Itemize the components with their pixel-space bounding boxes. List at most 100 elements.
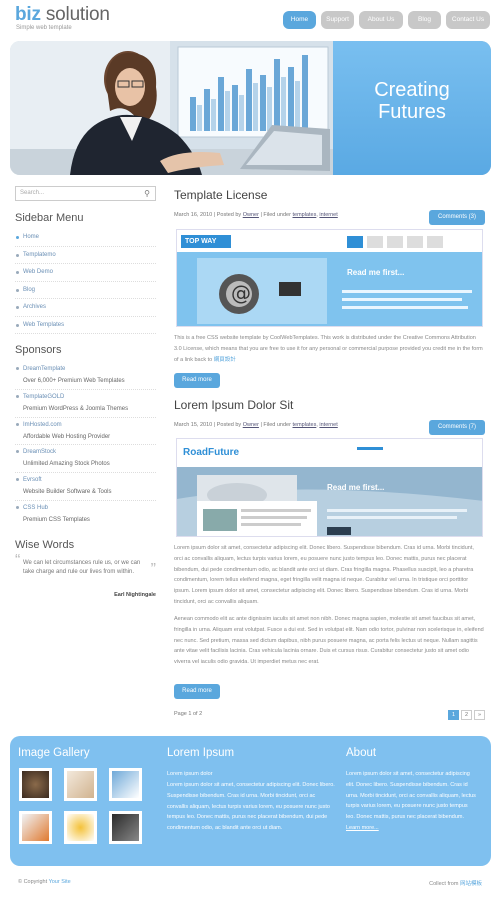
next-page-link[interactable]: » xyxy=(474,710,485,720)
sponsor-name[interactable]: TemplateGOLD xyxy=(23,390,156,403)
credit: Collect from 网站模板 xyxy=(429,879,482,887)
sponsor-desc: Premium WordPress & Joomla Themes xyxy=(23,405,129,412)
post-image-illustration: @ xyxy=(177,230,482,326)
post-body-paragraph: Lorem ipsum dolor sit amet, consectetur … xyxy=(174,545,474,605)
page-link[interactable]: 1 xyxy=(448,710,459,720)
sponsor-item[interactable]: ImHosted.com Affordable Web Hosting Provi… xyxy=(15,418,156,446)
sidebar-menu-title: Sidebar Menu xyxy=(15,212,84,224)
hero-caption: Creating Futures xyxy=(333,79,491,123)
lorem-title: Lorem Ipsum xyxy=(167,747,235,759)
gallery-thumb[interactable] xyxy=(19,811,52,844)
hero-caption-line-1: Creating xyxy=(374,79,450,101)
category-link[interactable]: templates xyxy=(292,422,316,428)
post-image-brand: RoadFuture xyxy=(183,447,240,458)
post-meta: March 16, 2010 | Posted by Owner | Filed… xyxy=(174,212,338,218)
about-title: About xyxy=(346,747,377,759)
sponsor-name[interactable]: CSS Hub xyxy=(23,501,156,514)
sponsor-item[interactable]: CSS Hub Premium CSS Templates xyxy=(15,501,156,529)
sponsor-name[interactable]: ImHosted.com xyxy=(23,418,156,431)
post-image: RoadFuture Read me first... xyxy=(176,438,483,537)
tagline: Simple web template xyxy=(16,25,72,31)
credit-link[interactable]: 網頁設計 xyxy=(214,357,236,363)
category-link[interactable]: internet xyxy=(319,422,337,428)
sponsor-name[interactable]: Evrsoft xyxy=(23,473,156,486)
site-logo[interactable]: biz solution xyxy=(15,4,110,26)
gallery-thumb[interactable] xyxy=(19,768,52,801)
about-text: Lorem ipsum dolor sit amet, consectetur … xyxy=(346,769,476,834)
filed-under-label: Filed under xyxy=(263,422,291,428)
gallery-thumb[interactable] xyxy=(64,811,97,844)
svg-text:@: @ xyxy=(231,281,251,305)
hero-photo-illustration xyxy=(10,41,333,175)
post-author-link[interactable]: Owner xyxy=(243,422,259,428)
quote-author: Earl Nightingale xyxy=(114,592,156,598)
sponsor-desc: Unlimited Amazing Stock Photos xyxy=(23,461,110,468)
sponsor-item[interactable]: DreamTemplate Over 6,000+ Premium Web Tem… xyxy=(15,362,156,390)
post-meta: March 15, 2010 | Posted by Owner | Filed… xyxy=(174,422,338,428)
pagination: 1 2 » xyxy=(448,710,485,720)
image-gallery xyxy=(19,768,144,844)
post-image-headline: Read me first... xyxy=(347,268,405,277)
sponsor-name[interactable]: DreamTemplate xyxy=(23,362,156,375)
credit-link[interactable]: 网站模板 xyxy=(460,881,482,887)
search-input[interactable]: Search... ⚲ xyxy=(15,186,156,201)
main-nav: Home Support About Us Blog Contact Us xyxy=(283,11,490,29)
hero-photo xyxy=(10,41,333,175)
nav-home[interactable]: Home xyxy=(283,11,316,29)
search-placeholder: Search... xyxy=(20,190,45,196)
read-more-button[interactable]: Read more xyxy=(174,684,220,699)
nav-support[interactable]: Support xyxy=(321,11,354,29)
sponsor-desc: Premium CSS Templates xyxy=(23,516,90,523)
sponsor-name[interactable]: DreamStock xyxy=(23,445,156,458)
nav-blog[interactable]: Blog xyxy=(408,11,441,29)
gallery-thumb[interactable] xyxy=(109,811,142,844)
filed-under-label: Filed under xyxy=(263,212,291,218)
gallery-thumb[interactable] xyxy=(109,768,142,801)
post-date: March 16, 2010 xyxy=(174,212,213,218)
post-author-link[interactable]: Owner xyxy=(243,212,259,218)
comments-button[interactable]: Comments (3) xyxy=(429,210,485,225)
sidebar-item-archives[interactable]: Archives xyxy=(15,299,156,317)
sidebar-item-web-templates[interactable]: Web Templates xyxy=(15,317,156,334)
copyright: © Copyright Your Site xyxy=(18,879,71,885)
learn-more-link[interactable]: Learn more... xyxy=(346,825,379,831)
sponsor-item[interactable]: TemplateGOLD Premium WordPress & Joomla T… xyxy=(15,390,156,418)
sidebar-item-web-demo[interactable]: Web Demo xyxy=(15,264,156,282)
comments-button[interactable]: Comments (7) xyxy=(429,420,485,435)
copyright-label: © Copyright xyxy=(18,879,48,885)
post-image-headline: Read me first... xyxy=(327,483,385,492)
nav-about-us[interactable]: About Us xyxy=(359,11,403,29)
sponsors-title: Sponsors xyxy=(15,344,62,356)
nav-contact-us[interactable]: Contact Us xyxy=(446,11,490,29)
sponsor-item[interactable]: Evrsoft Website Builder Software & Tools xyxy=(15,473,156,501)
sidebar-item-templatemo[interactable]: Templatemo xyxy=(15,247,156,264)
credit-label: Collect from xyxy=(429,881,459,887)
page-link[interactable]: 2 xyxy=(461,710,472,720)
posted-by-label: Posted by xyxy=(216,422,242,428)
sponsor-desc: Affordable Web Hosting Provider xyxy=(23,433,111,440)
category-link[interactable]: internet xyxy=(319,212,337,218)
sponsor-item[interactable]: DreamStock Unlimited Amazing Stock Photos xyxy=(15,445,156,474)
lorem-text: Lorem ipsum dolor sit amet, consectetur … xyxy=(167,782,335,832)
sponsor-desc: Over 6,000+ Premium Web Templates xyxy=(23,378,125,384)
search-icon[interactable]: ⚲ xyxy=(144,189,150,198)
sidebar-item-blog[interactable]: Blog xyxy=(15,282,156,299)
gallery-thumb[interactable] xyxy=(64,768,97,801)
open-quote-icon: “ xyxy=(15,552,21,569)
post-image-brand: TOP WAY xyxy=(185,238,217,245)
sidebar-menu: Home Templatemo Web Demo Blog Archives W… xyxy=(15,229,156,334)
hero-caption-line-2: Futures xyxy=(378,101,446,123)
post-title[interactable]: Template License xyxy=(174,188,267,202)
site-link[interactable]: Your Site xyxy=(49,879,71,885)
close-quote-icon: ” xyxy=(150,561,156,578)
category-link[interactable]: templates xyxy=(292,212,316,218)
post-excerpt: This is a free CSS website template by C… xyxy=(174,333,484,365)
quote-text: We can let circumstances rule us, or we … xyxy=(23,560,141,575)
read-more-button[interactable]: Read more xyxy=(174,373,220,388)
gallery-title: Image Gallery xyxy=(18,747,90,759)
post-title[interactable]: Lorem Ipsum Dolor Sit xyxy=(174,398,293,412)
page-indicator: Page 1 of 2 xyxy=(174,711,203,717)
quote-block: “ We can let circumstances rule us, or w… xyxy=(15,552,156,599)
sidebar-item-home[interactable]: Home xyxy=(15,229,156,247)
sponsors-list: DreamTemplate Over 6,000+ Premium Web Tem… xyxy=(15,362,156,529)
